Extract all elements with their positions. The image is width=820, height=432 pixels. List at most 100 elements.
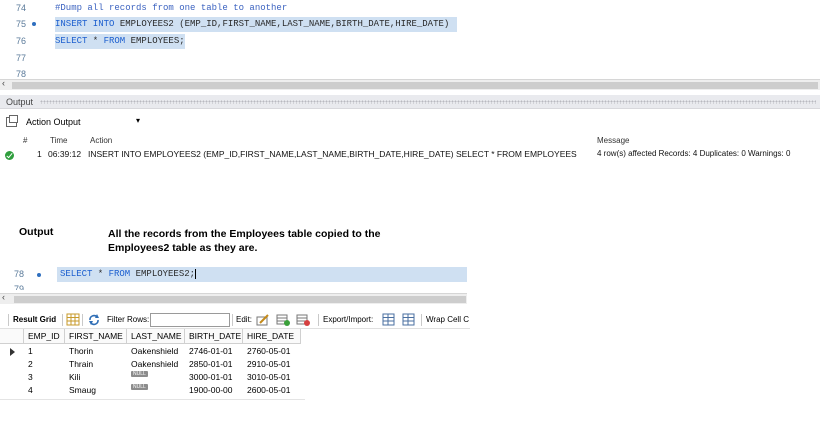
col-header-last-name[interactable]: LAST_NAME (127, 329, 185, 344)
output-panel: Output Action Output ▾ # Time Action Mes… (0, 95, 820, 175)
keyword-insert-into: INSERT INTO (55, 19, 115, 29)
col-header-emp-id[interactable]: EMP_ID (24, 329, 65, 344)
col-header-birth-date[interactable]: BIRTH_DATE (185, 329, 243, 344)
output-type-label: Action Output (26, 117, 81, 127)
edit-row-icon[interactable] (256, 313, 270, 326)
result-grid: EMP_ID FIRST_NAME LAST_NAME BIRTH_DATE H… (0, 329, 310, 401)
toolbar-separator (62, 314, 63, 326)
code-insert-rest: EMPLOYEES2 (EMP_ID,FIRST_NAME,LAST_NAME,… (114, 19, 450, 29)
line-number: 78 (13, 269, 24, 279)
col-header-num[interactable]: # (23, 136, 27, 145)
col-header-message[interactable]: Message (597, 136, 629, 145)
col-header-action[interactable]: Action (90, 136, 112, 145)
success-check-icon (5, 151, 14, 160)
cell-first-name[interactable]: Thrain (65, 358, 93, 371)
col-header-time[interactable]: Time (50, 136, 67, 145)
delete-row-icon[interactable] (296, 313, 310, 326)
output-row-message: 4 row(s) affected Records: 4 Duplicates:… (597, 149, 791, 158)
panel-grip[interactable] (40, 100, 816, 104)
editor2-horizontal-scrollbar[interactable]: ‹ (0, 292, 467, 304)
chevron-down-icon[interactable]: ▾ (136, 116, 140, 125)
cell-emp-id[interactable]: 3 (24, 371, 33, 384)
code-insert-statement: INSERT INTO EMPLOYEES2 (EMP_ID,FIRST_NAM… (55, 17, 457, 32)
cell-emp-id[interactable]: 2 (24, 358, 33, 371)
null-badge: NULL (131, 384, 148, 390)
col-header-hire-date[interactable]: HIRE_DATE (243, 329, 301, 344)
cell-hire-date[interactable]: 2600-05-01 (243, 384, 290, 397)
scrollbar-thumb[interactable] (14, 296, 466, 303)
code-select-statement: SELECT * FROM EMPLOYEES; (55, 34, 185, 49)
code-star: * (87, 36, 104, 46)
cell-first-name[interactable]: Smaug (65, 384, 96, 397)
toolbar-separator (318, 314, 319, 326)
code-star: * (92, 269, 109, 279)
code-line-74: 74 #Dump all records from one table to a… (0, 0, 820, 16)
edit-label: Edit: (236, 315, 253, 324)
toolbar-separator (421, 314, 422, 326)
wrap-cell-content-label[interactable]: Wrap Cell C (426, 315, 469, 324)
keyword-from: FROM (108, 269, 131, 279)
statement-marker-icon (32, 22, 36, 26)
line-number: 74 (15, 3, 26, 13)
toolbar-separator (82, 314, 83, 326)
cell-emp-id[interactable]: 4 (24, 384, 33, 397)
scroll-left-icon[interactable]: ‹ (2, 78, 5, 88)
scroll-left-icon[interactable]: ‹ (2, 292, 5, 302)
line-number: 75 (15, 19, 26, 29)
result-grid-tab[interactable]: Result Grid (13, 315, 56, 324)
cell-birth-date[interactable]: 1900-00-00 (185, 384, 232, 397)
cell-hire-date[interactable]: 3010-05-01 (243, 371, 290, 384)
line-number-partial: 79 (13, 284, 24, 290)
filter-rows-input[interactable] (150, 313, 230, 327)
import-icon[interactable] (402, 313, 416, 326)
col-header-first-name[interactable]: FIRST_NAME (65, 329, 127, 344)
cell-birth-date[interactable]: 2746-01-01 (185, 345, 232, 358)
annotation-text-line-2: Employees2 table as they are. (108, 242, 258, 254)
output-row-action[interactable]: INSERT INTO EMPLOYEES2 (EMP_ID,FIRST_NAM… (88, 149, 577, 159)
toolbar-separator (8, 314, 9, 326)
copy-icon (6, 115, 18, 127)
cell-emp-id[interactable]: 1 (24, 345, 33, 358)
cell-last-name[interactable]: NULL (127, 371, 148, 384)
keyword-select: SELECT (55, 36, 88, 46)
table-row[interactable]: 3 Kili NULL 3000-01-01 3010-05-01 (0, 371, 310, 384)
code-table-name: EMPLOYEES2; (130, 269, 196, 279)
sql-editor-top[interactable]: 74 #Dump all records from one table to a… (0, 0, 820, 80)
line-number: 76 (15, 36, 26, 46)
row-selector-header[interactable] (0, 329, 24, 344)
grid-view-icon[interactable] (66, 313, 80, 326)
table-row[interactable]: 2 Thrain Oakenshield 2850-01-01 2910-05-… (0, 358, 310, 371)
null-badge: NULL (131, 371, 148, 377)
keyword-from: FROM (103, 36, 126, 46)
refresh-icon[interactable] (87, 313, 101, 326)
result-grid-toolbar: Result Grid Filter Rows: Edit: Export/Im… (0, 311, 470, 329)
cell-birth-date[interactable]: 2850-01-01 (185, 358, 232, 371)
code-select-employees2: SELECT * FROM EMPLOYEES2; (60, 267, 197, 282)
cell-last-name[interactable]: Oakenshield (127, 358, 178, 371)
line-number: 77 (15, 53, 26, 63)
table-row[interactable]: 1 Thorin Oakenshield 2746-01-01 2760-05-… (0, 345, 310, 358)
cell-hire-date[interactable]: 2910-05-01 (243, 358, 290, 371)
output-row-num: 1 (37, 149, 42, 159)
current-row-arrow-icon (10, 348, 15, 356)
annotation-text: All the records from the Employees table… (108, 227, 428, 255)
editor-horizontal-scrollbar[interactable]: ‹ (0, 78, 820, 90)
cell-first-name[interactable]: Thorin (65, 345, 93, 358)
add-row-icon[interactable] (276, 313, 290, 326)
output-panel-title: Output (6, 97, 34, 107)
keyword-select: SELECT (60, 269, 93, 279)
cell-birth-date[interactable]: 3000-01-01 (185, 371, 232, 384)
cell-hire-date[interactable]: 2760-05-01 (243, 345, 290, 358)
filter-rows-label: Filter Rows: (107, 315, 150, 324)
output-row-time: 06:39:12 (48, 149, 82, 159)
export-import-label: Export/Import: (323, 315, 374, 324)
text-caret (195, 268, 197, 279)
code-table-name: EMPLOYEES; (125, 36, 185, 46)
scrollbar-thumb[interactable] (12, 82, 818, 89)
cell-last-name[interactable]: Oakenshield (127, 345, 178, 358)
export-icon[interactable] (382, 313, 396, 326)
code-line-77: 77 (0, 50, 820, 66)
cell-last-name[interactable]: NULL (127, 384, 148, 397)
cell-first-name[interactable]: Kili (65, 371, 80, 384)
table-row[interactable]: 4 Smaug NULL 1900-00-00 2600-05-01 (0, 384, 310, 397)
